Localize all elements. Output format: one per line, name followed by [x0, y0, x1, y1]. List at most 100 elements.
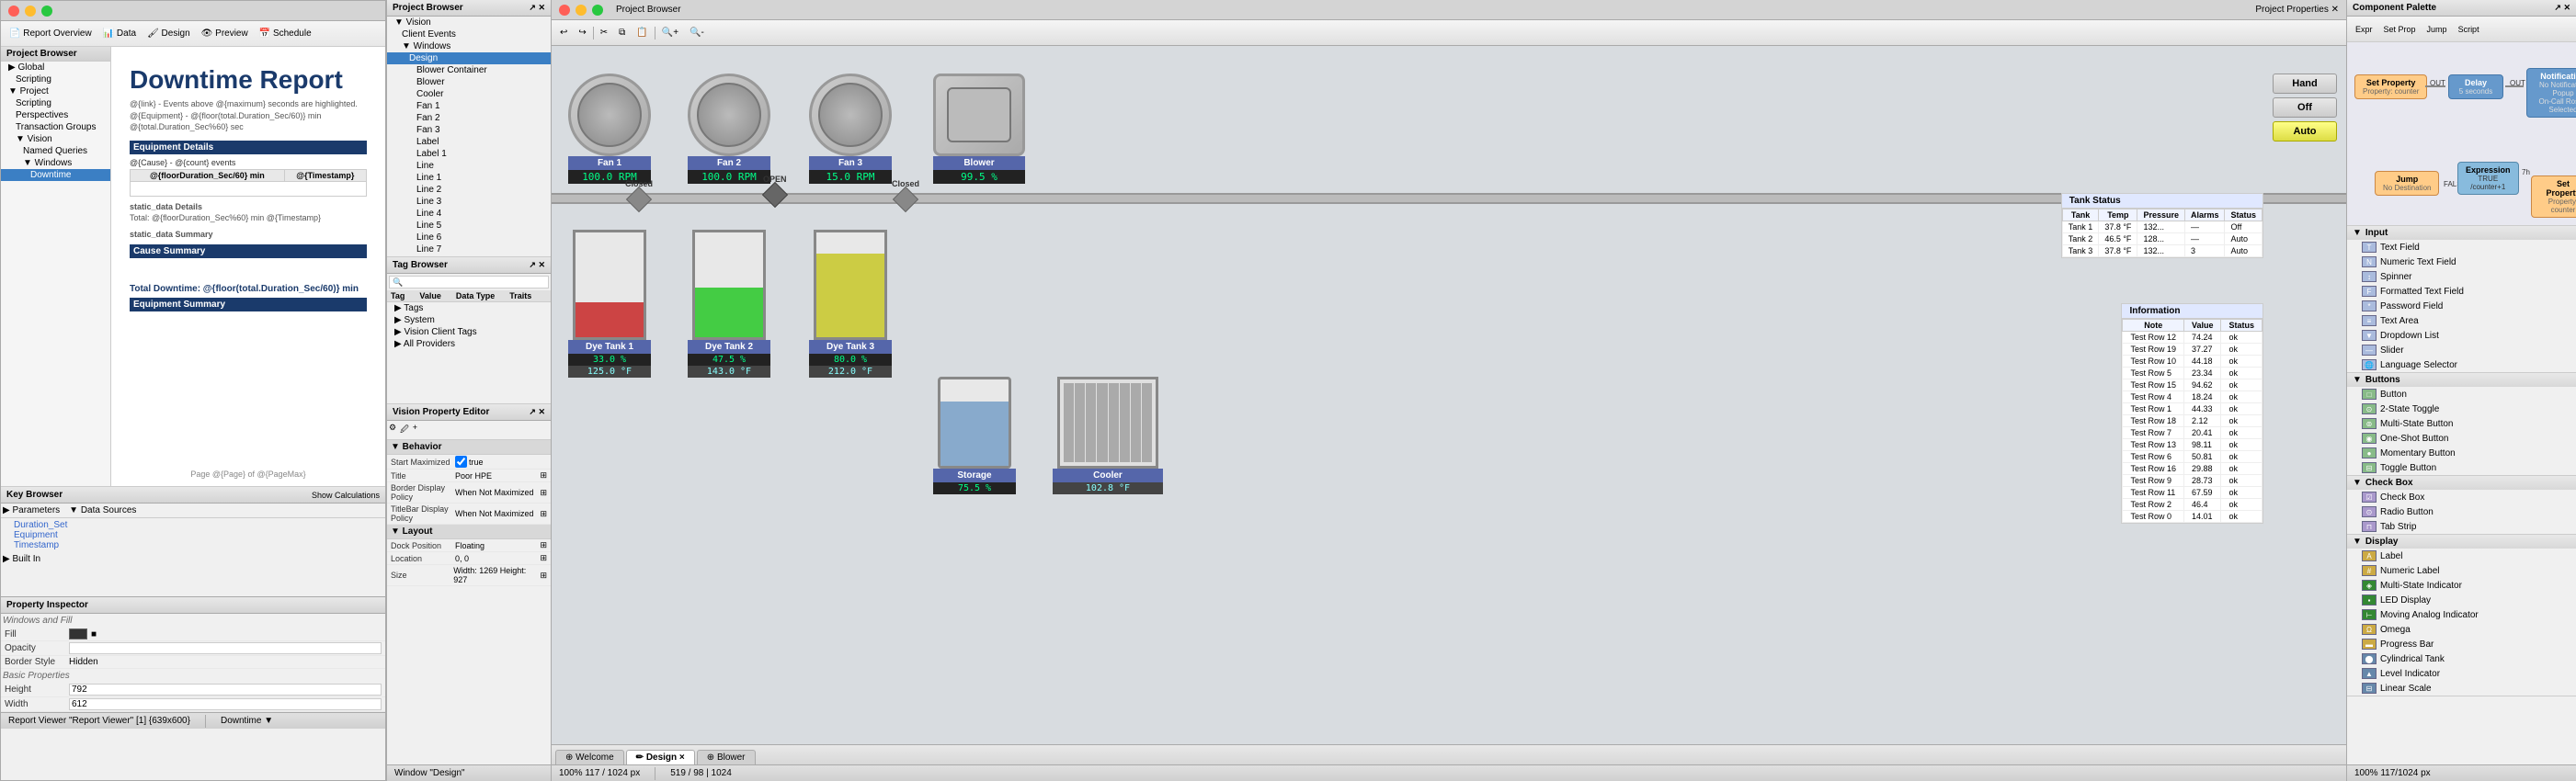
pb2-fan3[interactable]: Fan 3	[387, 124, 551, 136]
flow-set-prop1[interactable]: Set Property Property: counter	[2354, 74, 2427, 99]
off-btn[interactable]: Off	[2273, 97, 2337, 118]
system-item[interactable]: ▶ System	[387, 314, 551, 326]
pb2-line6[interactable]: Line 6	[387, 232, 551, 243]
pb2-blower-container[interactable]: Blower Container	[387, 64, 551, 76]
palette-slider[interactable]: — Slider	[2347, 343, 2576, 357]
ds-timestamp[interactable]: Timestamp	[3, 540, 383, 550]
scada-copy[interactable]: ⧉	[614, 26, 630, 40]
palette-language-selector[interactable]: 🌐 Language Selector	[2347, 357, 2576, 372]
flow-expression[interactable]: Expression TRUE /counter+1	[2457, 162, 2519, 195]
palette-numeric-label[interactable]: # Numeric Label	[2347, 563, 2576, 578]
vpe-bind-icon4[interactable]: ⊞	[540, 540, 547, 550]
palette-tab-strip[interactable]: ⊓ Tab Strip	[2347, 519, 2576, 534]
tree-named-queries[interactable]: Named Queries	[1, 145, 110, 157]
vpe-bind-icon[interactable]: ⊞	[540, 470, 547, 481]
pb2-line3[interactable]: Line 3	[387, 196, 551, 208]
palette-password-field[interactable]: * Password Field	[2347, 299, 2576, 313]
show-calculations[interactable]: Show Calculations	[312, 491, 380, 500]
palette-dropdown-list[interactable]: ▼ Dropdown List	[2347, 328, 2576, 343]
vpe-bind-icon6[interactable]: ⊞	[540, 571, 547, 581]
schedule-btn[interactable]: 📅 Schedule	[255, 27, 316, 40]
start-maximized-checkbox[interactable]	[455, 456, 467, 468]
pb2-fan2[interactable]: Fan 2	[387, 112, 551, 124]
pb2-line[interactable]: Line	[387, 160, 551, 172]
vpe-icon3[interactable]: +	[413, 423, 417, 437]
report-overview-btn[interactable]: Downtime Report 📄 Report Overview	[5, 27, 97, 40]
pb2-windows[interactable]: ▼ Windows	[387, 40, 551, 52]
scada-cut[interactable]: ✂	[596, 26, 612, 40]
palette-display-header[interactable]: ▼ Display	[2347, 535, 2576, 549]
tree-global[interactable]: ▶ Global	[1, 62, 110, 74]
palette-jump[interactable]: Jump	[2422, 23, 2452, 36]
tree-windows[interactable]: ▼ Windows	[1, 157, 110, 169]
flow-jump[interactable]: Jump No Destination	[2375, 171, 2439, 196]
pb2-tree[interactable]: ▼ Vision Client Events ▼ Windows Design …	[387, 17, 551, 256]
pb2-line4[interactable]: Line 4	[387, 208, 551, 220]
layout-section[interactable]: ▼ Layout	[387, 525, 551, 539]
scada-close[interactable]	[559, 5, 570, 16]
palette-spinner[interactable]: ↕ Spinner	[2347, 269, 2576, 284]
palette-multi-state-button[interactable]: ⊚ Multi-State Button	[2347, 416, 2576, 431]
palette-buttons-header[interactable]: ▼ Buttons	[2347, 373, 2576, 387]
palette-button[interactable]: □ Button	[2347, 387, 2576, 402]
tab-design[interactable]: ✏ Design ×	[626, 750, 695, 764]
flow-delay[interactable]: Delay 5 seconds	[2448, 74, 2503, 99]
vpe-icon2[interactable]: 🖉	[400, 423, 409, 437]
tag-list[interactable]: ▶ Tags ▶ System ▶ Vision Client Tags ▶ A…	[387, 302, 551, 403]
close-btn[interactable]	[8, 6, 19, 17]
scada-zoom-out[interactable]: 🔍-	[685, 26, 709, 40]
tree-perspectives[interactable]: Perspectives	[1, 109, 110, 121]
flow-set-prop2[interactable]: Set Property Property: counter	[2531, 175, 2576, 218]
palette-checkbox-header[interactable]: ▼ Check Box	[2347, 476, 2576, 490]
pb2-line1[interactable]: Line 1	[387, 172, 551, 184]
vpe-bind-icon2[interactable]: ⊞	[540, 488, 547, 498]
tree-transaction-groups[interactable]: Transaction Groups	[1, 121, 110, 133]
pb2-label1[interactable]: Label 1	[387, 148, 551, 160]
tag-search[interactable]	[389, 276, 549, 289]
palette-progress-bar[interactable]: ▬ Progress Bar	[2347, 637, 2576, 651]
pb2-client-events[interactable]: Client Events	[387, 28, 551, 40]
max-btn[interactable]	[41, 6, 52, 17]
palette-radio-button[interactable]: ⊙ Radio Button	[2347, 504, 2576, 519]
vpe-content[interactable]: ▼ Behavior Start Maximized true Title Po…	[387, 440, 551, 764]
palette-text-field[interactable]: T Text Field	[2347, 240, 2576, 255]
palette-label[interactable]: A Label	[2347, 549, 2576, 563]
pb2-fan1[interactable]: Fan 1	[387, 100, 551, 112]
tree-project[interactable]: ▼ Project	[1, 85, 110, 97]
vision-client-tags[interactable]: ▶ Vision Client Tags	[387, 326, 551, 338]
height-input[interactable]	[69, 684, 382, 696]
palette-formatted-text-field[interactable]: F Formatted Text Field	[2347, 284, 2576, 299]
pb2-line5[interactable]: Line 5	[387, 220, 551, 232]
palette-multi-state-indicator[interactable]: ◈ Multi-State Indicator	[2347, 578, 2576, 593]
flow-notification[interactable]: Notification No Notification Popup On-Ca…	[2526, 68, 2576, 118]
tags-item[interactable]: ▶ Tags	[387, 302, 551, 314]
hand-btn[interactable]: Hand	[2273, 74, 2337, 94]
tree-scripting[interactable]: Scripting	[1, 74, 110, 85]
pb2-blower[interactable]: Blower	[387, 76, 551, 88]
width-input[interactable]	[69, 698, 382, 710]
tree-scripting2[interactable]: Scripting	[1, 97, 110, 109]
tree-downtime[interactable]: Downtime	[1, 169, 110, 181]
palette-momentary-button[interactable]: ● Momentary Button	[2347, 446, 2576, 460]
palette-2-state-toggle[interactable]: ⊙ 2-State Toggle	[2347, 402, 2576, 416]
ds-equipment[interactable]: Equipment	[3, 530, 383, 540]
pb2-label[interactable]: Label	[387, 136, 551, 148]
vpe-bind-icon3[interactable]: ⊞	[540, 509, 547, 519]
pb2-line2[interactable]: Line 2	[387, 184, 551, 196]
vpe-bind-icon5[interactable]: ⊞	[540, 553, 547, 563]
palette-script[interactable]: Script	[2454, 23, 2484, 36]
design-btn[interactable]: 🖌 Design	[142, 27, 195, 40]
palette-linear-scale[interactable]: ⊟ Linear Scale	[2347, 681, 2576, 696]
palette-toggle-button[interactable]: ⊟ Toggle Button	[2347, 460, 2576, 475]
palette-cylindrical-tank[interactable]: ⬤ Cylindrical Tank	[2347, 651, 2576, 666]
palette-led-display[interactable]: ▪ LED Display	[2347, 593, 2576, 607]
behavior-section[interactable]: ▼ Behavior	[387, 440, 551, 455]
ds-duration[interactable]: Duration_Set	[3, 520, 383, 530]
auto-btn[interactable]: Auto	[2273, 121, 2337, 141]
data-btn[interactable]: 📊 Data	[98, 27, 141, 40]
palette-numeric-text-field[interactable]: N Numeric Text Field	[2347, 255, 2576, 269]
scada-max[interactable]	[592, 5, 603, 16]
palette-set-property[interactable]: Set Prop	[2379, 23, 2421, 36]
scada-paste[interactable]: 📋	[632, 26, 652, 40]
pb2-cooler[interactable]: Cooler	[387, 88, 551, 100]
